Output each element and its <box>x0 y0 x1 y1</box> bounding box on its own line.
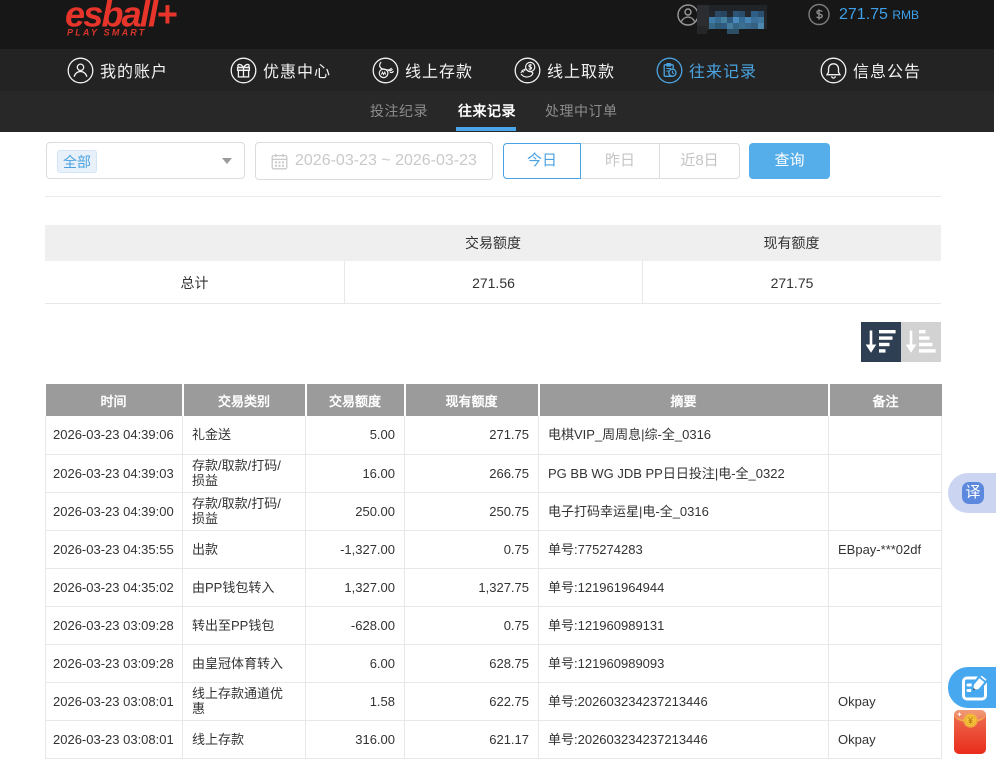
svg-text:PLAY SMART: PLAY SMART <box>67 28 147 38</box>
